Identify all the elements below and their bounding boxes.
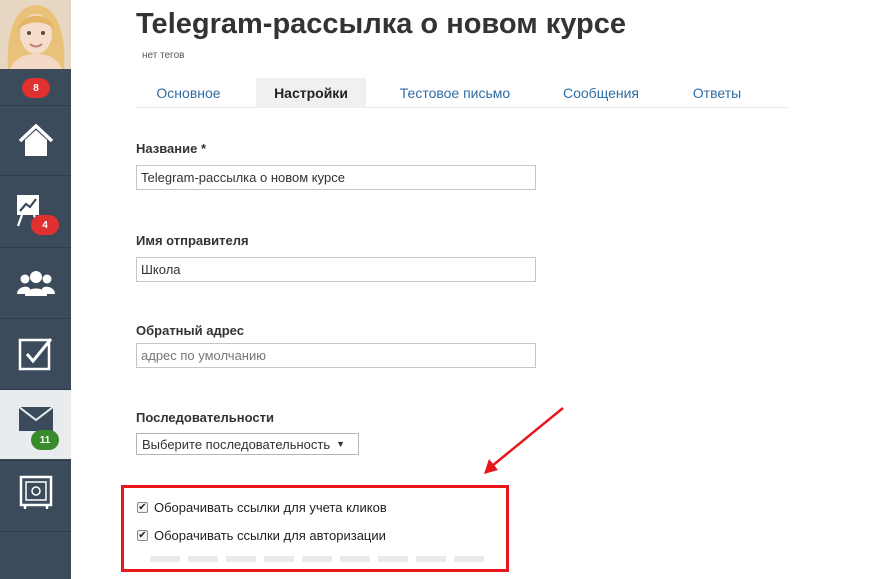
avatar-photo (0, 0, 71, 69)
tab-messages[interactable]: Сообщения (546, 78, 656, 108)
sequences-select[interactable]: Выберите последовательность ▼ (136, 433, 359, 455)
sequences-label: Последовательности (136, 410, 274, 425)
avatar-badge-row: 8 (0, 69, 71, 105)
sidebar: 8 4 11 (0, 0, 71, 579)
sequences-selected-value: Выберите последовательность (142, 436, 331, 452)
sender-label: Имя отправителя (136, 233, 249, 248)
track-clicks-label: Оборачивать ссылки для учета кликов (154, 500, 387, 515)
tab-settings[interactable]: Настройки (256, 78, 366, 108)
avatar[interactable] (0, 0, 71, 69)
reply-address-label: Обратный адрес (136, 323, 244, 338)
sidebar-item-mail[interactable]: 11 (0, 389, 71, 459)
name-label: Название * (136, 141, 207, 156)
stats-badge: 4 (31, 215, 59, 235)
tags-label[interactable]: нет тегов (142, 50, 184, 61)
sidebar-bottom (0, 531, 71, 579)
users-icon (16, 270, 55, 296)
sidebar-item-home[interactable] (0, 105, 71, 175)
reply-address-field[interactable] (136, 343, 536, 368)
sidebar-item-safe[interactable] (0, 460, 71, 530)
safe-icon (19, 475, 52, 509)
auth-links-option[interactable]: ✔ Оборачивать ссылки для авторизации (137, 528, 386, 543)
notifications-badge[interactable]: 8 (22, 78, 50, 98)
sidebar-item-stats[interactable]: 4 (0, 175, 71, 245)
tab-main[interactable]: Основное (136, 78, 241, 108)
checkbox-icon (18, 337, 52, 370)
tab-bar: Основное Настройки Тестовое письмо Сообщ… (136, 78, 787, 108)
track-clicks-checkbox[interactable]: ✔ (137, 502, 148, 513)
chevron-down-icon: ▼ (336, 439, 346, 449)
page-title: Telegram-рассылка о новом курсе (136, 8, 626, 40)
cropped-option-row (150, 556, 488, 562)
sidebar-item-contacts[interactable] (0, 247, 71, 317)
auth-links-label: Оборачивать ссылки для авторизации (154, 528, 386, 543)
envelope-icon (18, 406, 53, 431)
sender-field[interactable] (136, 257, 536, 282)
sidebar-item-tasks[interactable] (0, 318, 71, 388)
name-field[interactable] (136, 165, 536, 190)
tab-replies[interactable]: Ответы (671, 78, 763, 108)
auth-links-checkbox[interactable]: ✔ (137, 530, 148, 541)
mail-badge: 11 (31, 430, 59, 450)
home-icon (18, 123, 53, 156)
tab-test-email[interactable]: Тестовое письмо (381, 78, 529, 108)
track-clicks-option[interactable]: ✔ Оборачивать ссылки для учета кликов (137, 500, 387, 515)
